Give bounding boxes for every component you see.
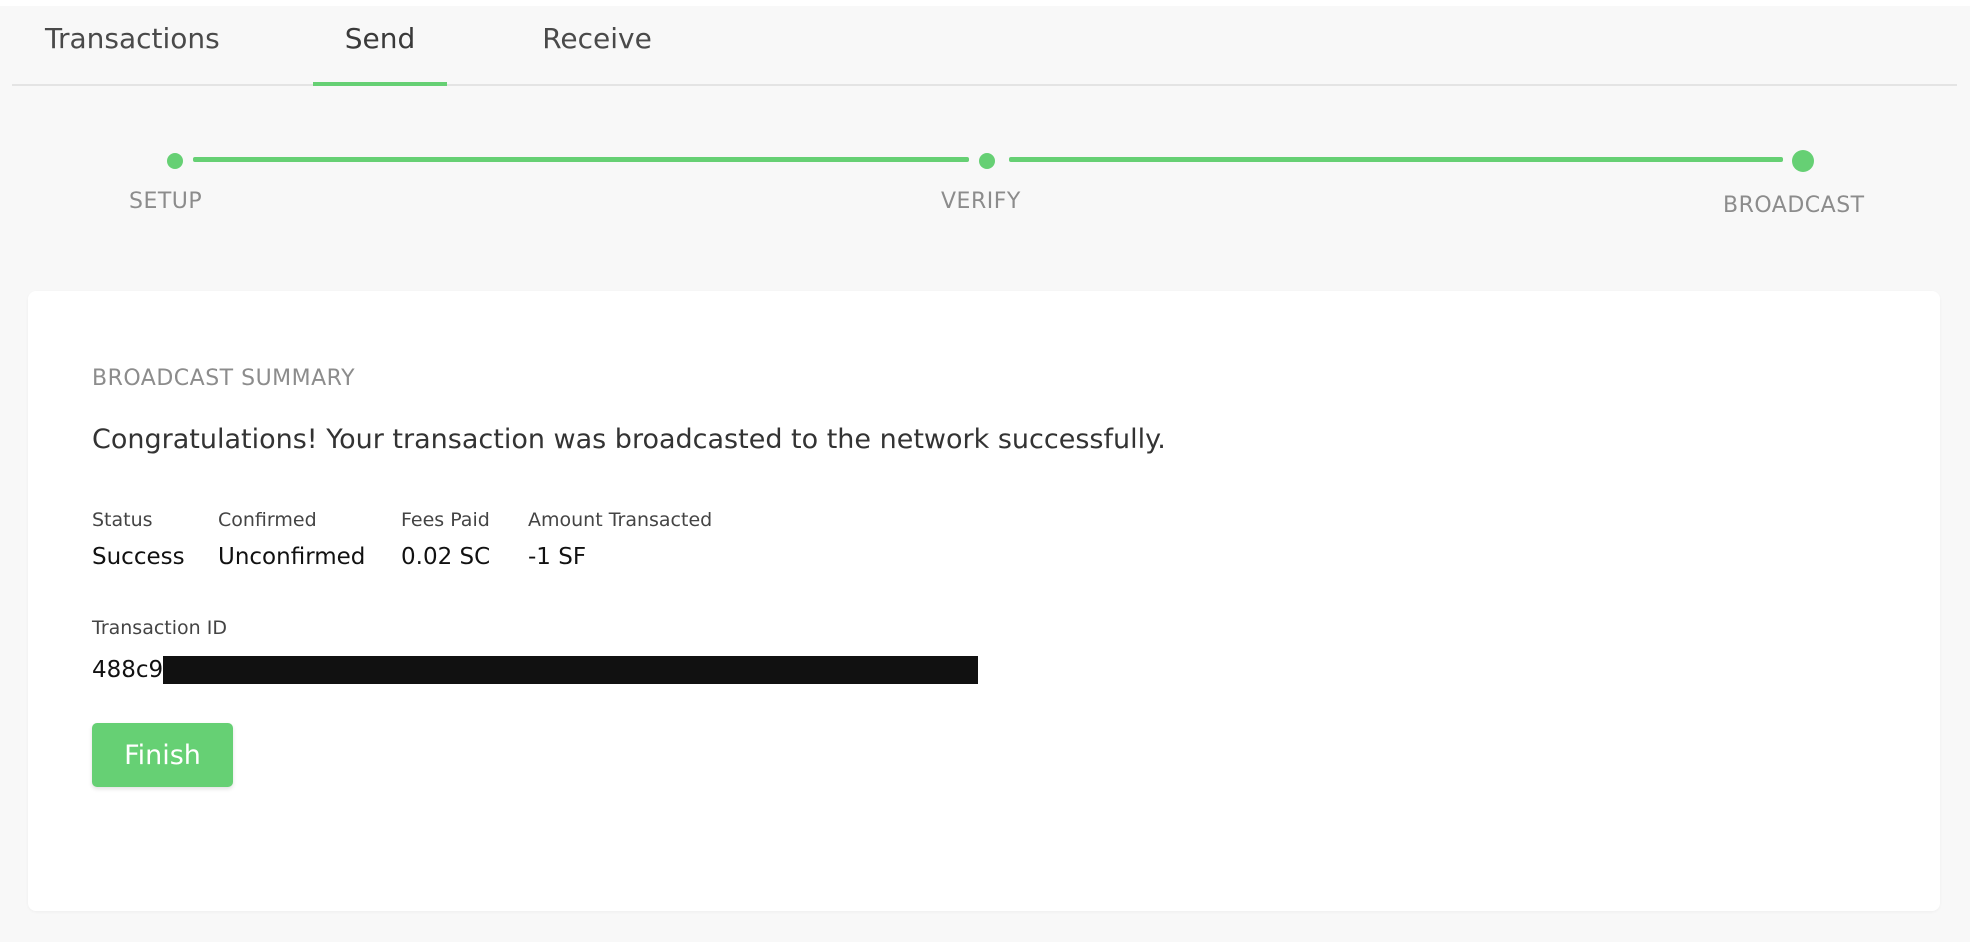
- stat-status-label: Status: [92, 509, 153, 531]
- step-connector-verify-broadcast: [1009, 157, 1783, 162]
- stat-confirmed: Confirmed Unconfirmed: [218, 509, 365, 570]
- transaction-id-redaction: [163, 656, 979, 684]
- transaction-id-value: 488c9: [92, 656, 979, 684]
- stat-fees-paid: Fees Paid 0.02 SC: [401, 509, 490, 570]
- stat-confirmed-value: Unconfirmed: [218, 544, 366, 570]
- stat-amount-transacted: Amount Transacted -1 SF: [528, 509, 712, 570]
- step-connector-setup-verify: [193, 157, 969, 162]
- step-label-verify: VERIFY: [941, 189, 1021, 214]
- send-page: Transactions Send Receive SETUP VERIFY B…: [0, 6, 1970, 942]
- stat-amount-transacted-value: -1 SF: [528, 544, 587, 570]
- tab-send-label: Send: [344, 22, 416, 55]
- stat-amount-transacted-label: Amount Transacted: [528, 509, 713, 531]
- tab-receive-label: Receive: [542, 22, 652, 55]
- step-dot-broadcast: [1792, 150, 1814, 172]
- stat-fees-paid-value: 0.02 SC: [401, 544, 491, 570]
- step-dot-setup: [167, 153, 183, 169]
- stat-status-value: Success: [92, 544, 185, 570]
- broadcast-summary-card: BROADCAST SUMMARY Congratulations! Your …: [28, 291, 1940, 911]
- stat-confirmed-label: Confirmed: [218, 509, 317, 531]
- step-label-setup: SETUP: [129, 189, 203, 214]
- finish-button[interactable]: Finish: [92, 723, 233, 787]
- tab-transactions-label: Transactions: [45, 22, 220, 55]
- active-tab-indicator: [313, 82, 447, 86]
- tab-send[interactable]: Send: [313, 6, 447, 86]
- stat-status: Status Success: [92, 509, 185, 570]
- success-message: Congratulations! Your transaction was br…: [92, 424, 1166, 455]
- tab-receive[interactable]: Receive: [542, 6, 652, 84]
- transaction-id-label: Transaction ID: [92, 617, 227, 639]
- progress-stepper: SETUP VERIFY BROADCAST: [0, 146, 1970, 246]
- transaction-id-prefix: 488c9: [92, 657, 164, 683]
- tab-bar: Transactions Send Receive: [12, 6, 1957, 86]
- tab-transactions[interactable]: Transactions: [45, 6, 220, 84]
- stat-fees-paid-label: Fees Paid: [401, 509, 490, 531]
- step-dot-verify: [979, 153, 995, 169]
- summary-title: BROADCAST SUMMARY: [92, 366, 356, 391]
- step-label-broadcast: BROADCAST: [1723, 193, 1865, 218]
